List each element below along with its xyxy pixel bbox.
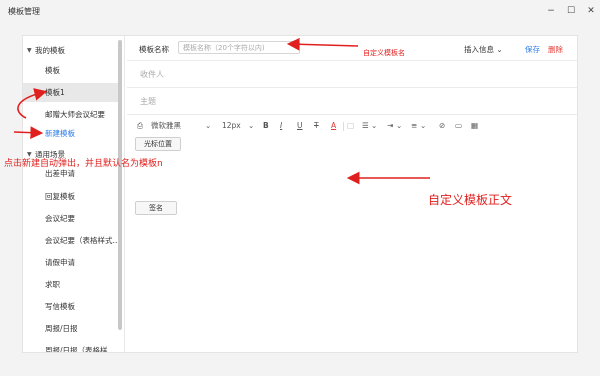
annotation-template-name: 自定义模板名 [363,49,405,57]
sidebar-item-minutes[interactable]: 会议纪要 [23,209,119,228]
annotation-template-body: 自定义模板正文 [428,193,513,207]
format-painter-icon[interactable]: ⎙ [137,119,143,133]
recipient-row[interactable]: 收件人 [127,61,577,88]
template-name-input[interactable] [178,41,300,54]
chevron-down-icon: ▼ [27,47,32,54]
toolbar-divider [343,122,344,131]
cursor-position-button[interactable]: 光标位置 [135,137,181,151]
chevron-down-icon[interactable]: ⌄ [205,119,211,133]
insert-info-label: 插入信息 [464,45,494,54]
font-size-value: 12px [222,121,241,130]
sidebar-item-job[interactable]: 求职 [23,275,119,294]
delete-button[interactable]: 删除 [548,44,563,55]
close-icon[interactable]: ✕ [582,3,600,19]
group-label: 我的模板 [35,46,65,55]
italic-icon[interactable]: I [280,119,282,133]
bold-icon[interactable]: B [263,119,269,133]
sidebar-item-weekly[interactable]: 周报/日报 [23,319,119,338]
template-sidebar: ▼ 我的模板 模板 模板1 邮赠大师会议纪要 新建模板 ▼ 通用场景 出差申请 … [23,36,127,352]
chevron-down-icon[interactable]: ⌄ [396,119,402,133]
window-title: 模板管理 [8,7,40,16]
format-toolbar: ⎙ 微软雅黑 ⌄ 12px ⌄ B I U T A □ ☰ ⌄ ⇥ ⌄ ≡ ⌄ … [135,119,575,133]
highlight-icon[interactable]: □ [347,119,354,133]
font-family-select[interactable]: 微软雅黑 [151,119,181,133]
font-size-select[interactable]: 12px [222,119,241,133]
font-family-value: 微软雅黑 [151,121,181,130]
signature-button[interactable]: 签名 [135,201,177,215]
name-row: 模板名称 插入信息 ⌄ 保存 删除 [127,36,577,61]
chevron-down-icon[interactable]: ⌄ [420,119,426,133]
subject-field: 主题 [140,97,156,106]
minimize-icon[interactable]: − [542,3,560,19]
title-bar: 模板管理 − ☐ ✕ [0,0,600,22]
sidebar-item-reply[interactable]: 回复模板 [23,187,119,206]
image-icon[interactable]: ▭ [455,119,462,133]
save-button[interactable]: 保存 [525,44,540,55]
list-icon[interactable]: ☰ [362,119,369,133]
link-icon[interactable]: ⊘ [439,119,445,133]
sidebar-item-meeting-minutes[interactable]: 邮赠大师会议纪要 [23,105,119,124]
sidebar-item-letter[interactable]: 写信模板 [23,297,119,316]
group-my-templates[interactable]: ▼ 我的模板 [27,45,65,56]
sidebar-scrollbar[interactable] [118,40,122,330]
annotation-auto-create: 点击新建自动弹出，并且默认名为模板n [4,159,163,169]
chevron-down-icon: ⌄ [496,45,503,54]
indent-icon[interactable]: ⇥ [387,119,393,133]
table-icon[interactable]: ▦ [471,119,478,133]
align-icon[interactable]: ≡ [411,119,417,133]
sidebar-item-weekly-table[interactable]: 周报/日报（表格样… [23,341,119,352]
font-color-icon[interactable]: A [331,119,336,133]
new-template-link[interactable]: 新建模板 [23,124,119,143]
sidebar-item-template1[interactable]: 模板1 [23,83,119,102]
chevron-down-icon[interactable]: ⌄ [248,119,254,133]
subject-row[interactable]: 主题 [127,88,577,115]
chevron-down-icon[interactable]: ⌄ [371,119,377,133]
sidebar-item-minutes-table[interactable]: 会议纪要（表格样式… [23,231,119,250]
template-name-label: 模板名称 [139,45,169,54]
insert-info-dropdown[interactable]: 插入信息 ⌄ [464,44,503,55]
strikethrough-icon[interactable]: T [314,119,319,133]
sidebar-item-leave[interactable]: 请假申请 [23,253,119,272]
recipient-field: 收件人 [140,70,164,79]
underline-icon[interactable]: U [297,119,303,133]
maximize-icon[interactable]: ☐ [562,3,580,19]
sidebar-item-template[interactable]: 模板 [23,61,119,80]
divider [124,36,125,352]
